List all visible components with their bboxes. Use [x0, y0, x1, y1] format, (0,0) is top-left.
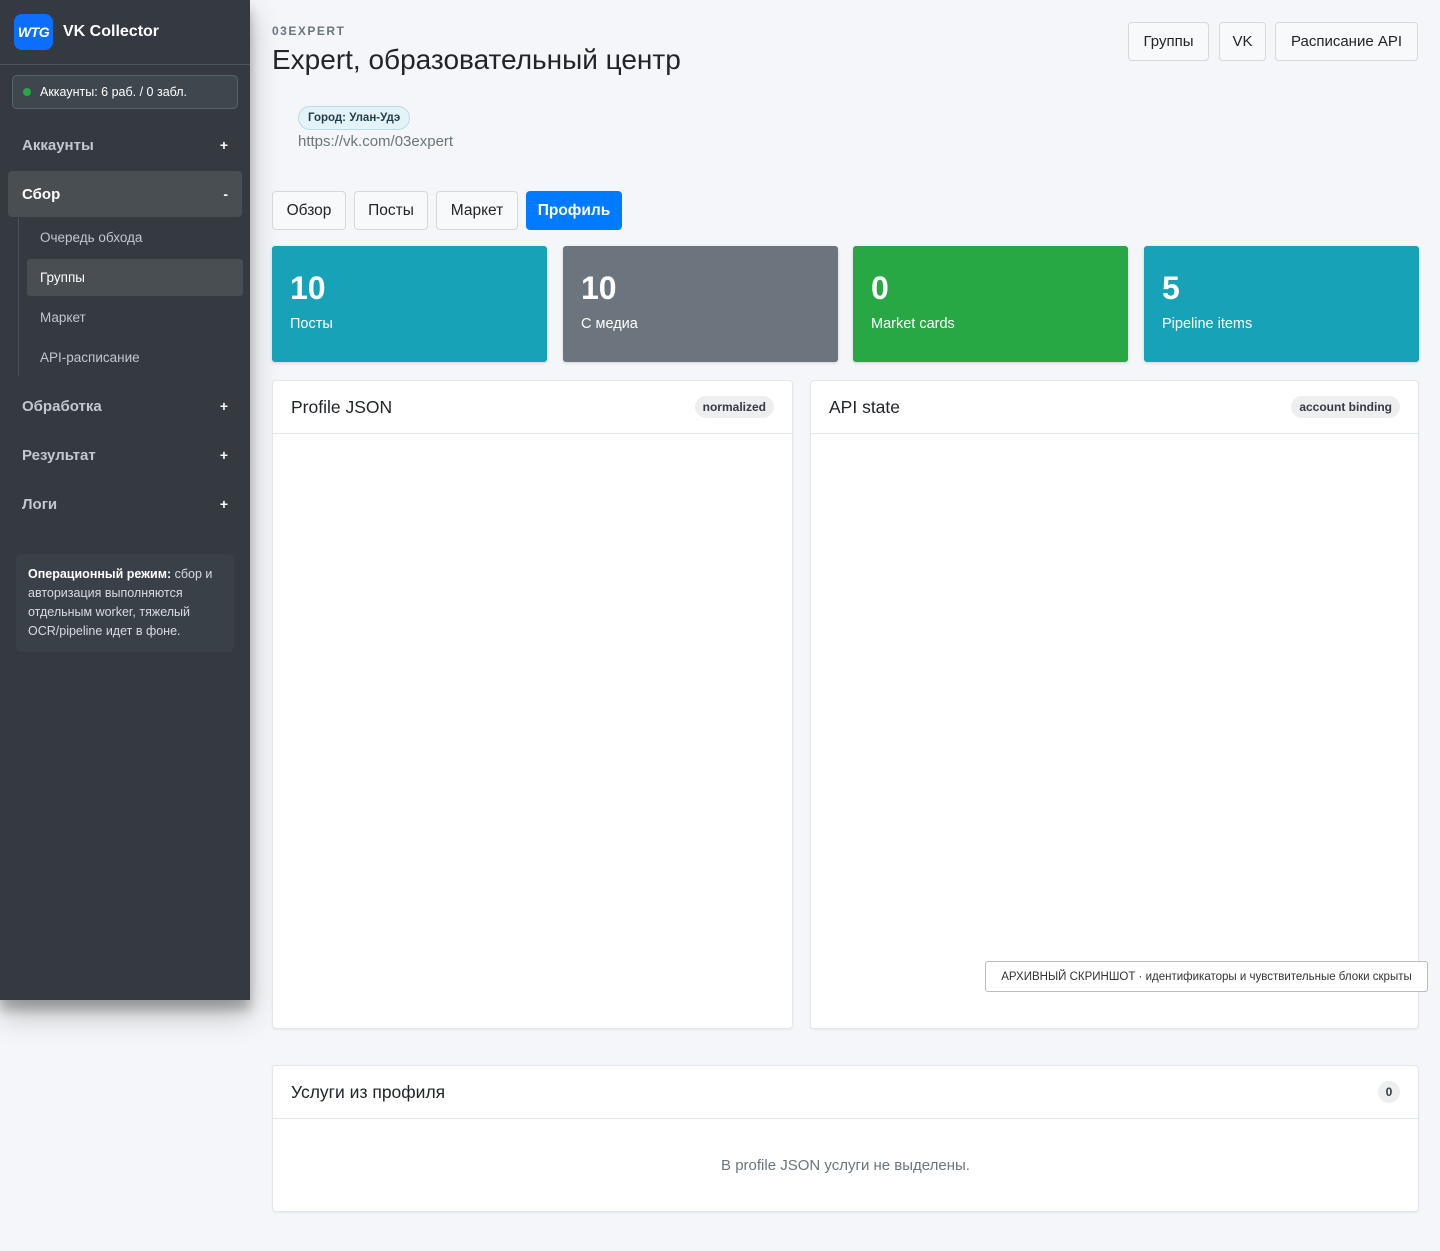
sub-item-crawl-queue[interactable]: Очередь обхода: [27, 219, 243, 256]
page-title: Expert, образовательный центр: [272, 44, 681, 75]
stat-card-media: 10 С медиа: [563, 246, 838, 362]
panel-header: Услуги из профиля 0: [273, 1066, 1418, 1119]
stat-value: 0: [871, 270, 889, 306]
panel-header: Profile JSON normalized: [273, 381, 792, 434]
groups-button[interactable]: Группы: [1128, 22, 1209, 61]
collapse-icon: -: [223, 186, 228, 202]
brand-logo: WTG: [14, 14, 53, 50]
sub-item-api-schedule[interactable]: API-расписание: [27, 339, 243, 376]
stat-label: Посты: [290, 316, 333, 332]
stat-label: Pipeline items: [1162, 316, 1253, 332]
nav-section-label: Сбор: [22, 185, 61, 203]
panel-title: Profile JSON: [291, 396, 393, 417]
services-count-badge: 0: [1378, 1081, 1400, 1103]
expand-icon: +: [219, 398, 228, 414]
nav-section-logs[interactable]: Логи +: [8, 481, 242, 527]
group-slug: 03EXPERT: [272, 24, 346, 38]
collect-submenu: Очередь обхода Группы Маркет API-расписа…: [18, 218, 243, 376]
account-binding-badge: account binding: [1291, 396, 1400, 418]
panel-title: API state: [829, 396, 901, 417]
expand-icon: +: [219, 447, 228, 463]
profile-json-panel: Profile JSON normalized: [272, 380, 793, 1029]
stat-card-pipeline-items: 5 Pipeline items: [1144, 246, 1419, 362]
sub-item-market[interactable]: Маркет: [27, 299, 243, 336]
sidebar: WTG VK Collector Аккаунты: 6 раб. / 0 за…: [0, 0, 250, 1000]
city-badge: Город: Улан-Удэ: [298, 106, 411, 130]
empty-services-message: В profile JSON услуги не выделены.: [721, 1157, 970, 1174]
vk-button[interactable]: VK: [1219, 22, 1266, 61]
nav-section-label: Результат: [22, 446, 96, 464]
operation-mode-info: Операционный режим: сбор и авторизация в…: [16, 554, 234, 652]
brand[interactable]: WTG VK Collector: [0, 0, 250, 65]
nav-section-processing[interactable]: Обработка +: [8, 383, 242, 429]
nav-section-collect[interactable]: Сбор -: [8, 171, 242, 217]
info-bold: Операционный режим:: [28, 567, 172, 581]
stat-value: 10: [290, 270, 326, 306]
expand-icon: +: [219, 496, 228, 512]
nav-section-label: Аккаунты: [22, 136, 94, 154]
stat-value: 5: [1162, 270, 1180, 306]
nav-section-accounts[interactable]: Аккаунты +: [8, 122, 242, 168]
nav-section-label: Обработка: [22, 397, 102, 415]
nav-section-result[interactable]: Результат +: [8, 432, 242, 478]
api-schedule-button[interactable]: Расписание API: [1275, 22, 1418, 61]
stat-label: Market cards: [871, 316, 955, 332]
tab-profile[interactable]: Профиль: [526, 191, 622, 230]
status-dot-icon: [23, 88, 31, 96]
stat-card-market-cards: 0 Market cards: [853, 246, 1128, 362]
stat-label: С медиа: [581, 316, 638, 332]
sub-item-groups[interactable]: Группы: [27, 259, 243, 296]
panel-header: API state account binding: [811, 381, 1418, 434]
archive-note: АРХИВНЫЙ СКРИНШОТ · идентификаторы и чув…: [985, 961, 1428, 992]
tab-overview[interactable]: Обзор: [272, 191, 346, 230]
services-panel: Услуги из профиля 0 В profile JSON услуг…: [272, 1065, 1419, 1212]
panel-title: Услуги из профиля: [291, 1081, 446, 1102]
api-state-panel: API state account binding: [810, 380, 1419, 1029]
tab-market[interactable]: Маркет: [436, 191, 518, 230]
stat-card-posts: 10 Посты: [272, 246, 547, 362]
account-status-text: Аккаунты: 6 раб. / 0 забл.: [40, 85, 188, 99]
brand-name: VK Collector: [63, 23, 160, 40]
nav-section-label: Логи: [22, 495, 58, 513]
stat-value: 10: [581, 270, 617, 306]
expand-icon: +: [219, 137, 228, 153]
normalized-badge: normalized: [694, 396, 774, 418]
tab-posts[interactable]: Посты: [354, 191, 428, 230]
group-url[interactable]: https://vk.com/03expert: [298, 133, 453, 150]
account-status[interactable]: Аккаунты: 6 раб. / 0 забл.: [12, 75, 238, 109]
